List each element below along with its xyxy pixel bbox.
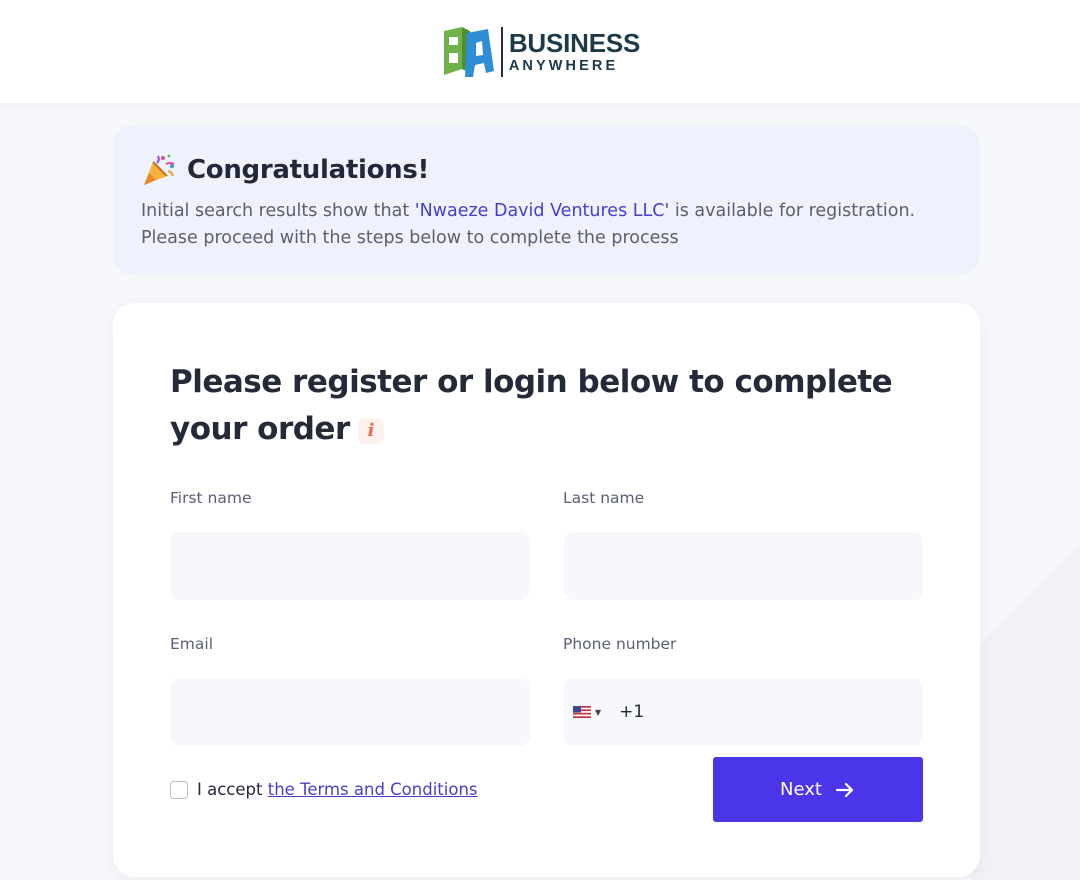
terms-label: I accept the Terms and Conditions xyxy=(197,780,478,799)
banner-text-before: Initial search results show that xyxy=(141,201,415,221)
info-icon[interactable]: i xyxy=(357,417,384,444)
next-button-label: Next xyxy=(780,779,822,800)
terms-link[interactable]: the Terms and Conditions xyxy=(268,780,478,799)
first-name-group: First name xyxy=(170,489,530,600)
last-name-group: Last name xyxy=(563,489,923,600)
logo-divider xyxy=(500,26,503,77)
availability-banner: Congratulations! Initial search results … xyxy=(113,125,980,275)
business-anywhere-logo[interactable]: BUSINESS ANYWHERE xyxy=(440,25,640,79)
logo-text: BUSINESS ANYWHERE xyxy=(508,27,641,74)
registration-card: Please register or login below to comple… xyxy=(113,303,980,877)
email-group: Email xyxy=(170,635,530,746)
email-input[interactable] xyxy=(170,678,530,746)
phone-label: Phone number xyxy=(563,635,677,653)
last-name-input[interactable] xyxy=(563,532,923,600)
phone-country-code: +1 xyxy=(619,702,645,722)
site-header: BUSINESS ANYWHERE xyxy=(0,0,1080,103)
country-code-select[interactable]: ▼ xyxy=(573,706,601,718)
arrow-right-icon xyxy=(835,782,854,797)
banner-title: Congratulations! xyxy=(187,155,430,185)
logo-word-business: BUSINESS xyxy=(508,27,641,58)
chevron-down-icon: ▼ xyxy=(595,707,602,717)
phone-group: Phone number ▼ +1 xyxy=(563,635,923,746)
us-flag-icon xyxy=(573,706,591,718)
terms-checkbox[interactable] xyxy=(170,780,188,799)
next-button[interactable]: Next xyxy=(713,757,923,822)
logo-word-anywhere: ANYWHERE xyxy=(508,57,619,74)
email-label: Email xyxy=(170,635,214,653)
terms-row: I accept the Terms and Conditions xyxy=(170,780,478,799)
terms-prefix: I accept xyxy=(197,780,268,799)
banner-title-row: Congratulations! xyxy=(141,152,952,188)
form-title: Please register or login below to comple… xyxy=(170,359,930,453)
form-title-text: Please register or login below to comple… xyxy=(170,364,893,447)
company-name: 'Nwaeze David Ventures LLC' xyxy=(414,201,670,221)
first-name-input[interactable] xyxy=(170,532,530,600)
background-decoration xyxy=(970,380,1080,880)
last-name-label: Last name xyxy=(563,489,645,507)
ba-logo-mark-icon xyxy=(443,26,494,77)
banner-message: Initial search results show that 'Nwaeze… xyxy=(141,198,952,252)
first-name-label: First name xyxy=(170,489,252,507)
party-popper-icon xyxy=(144,154,175,185)
phone-input[interactable]: ▼ +1 xyxy=(563,678,923,746)
